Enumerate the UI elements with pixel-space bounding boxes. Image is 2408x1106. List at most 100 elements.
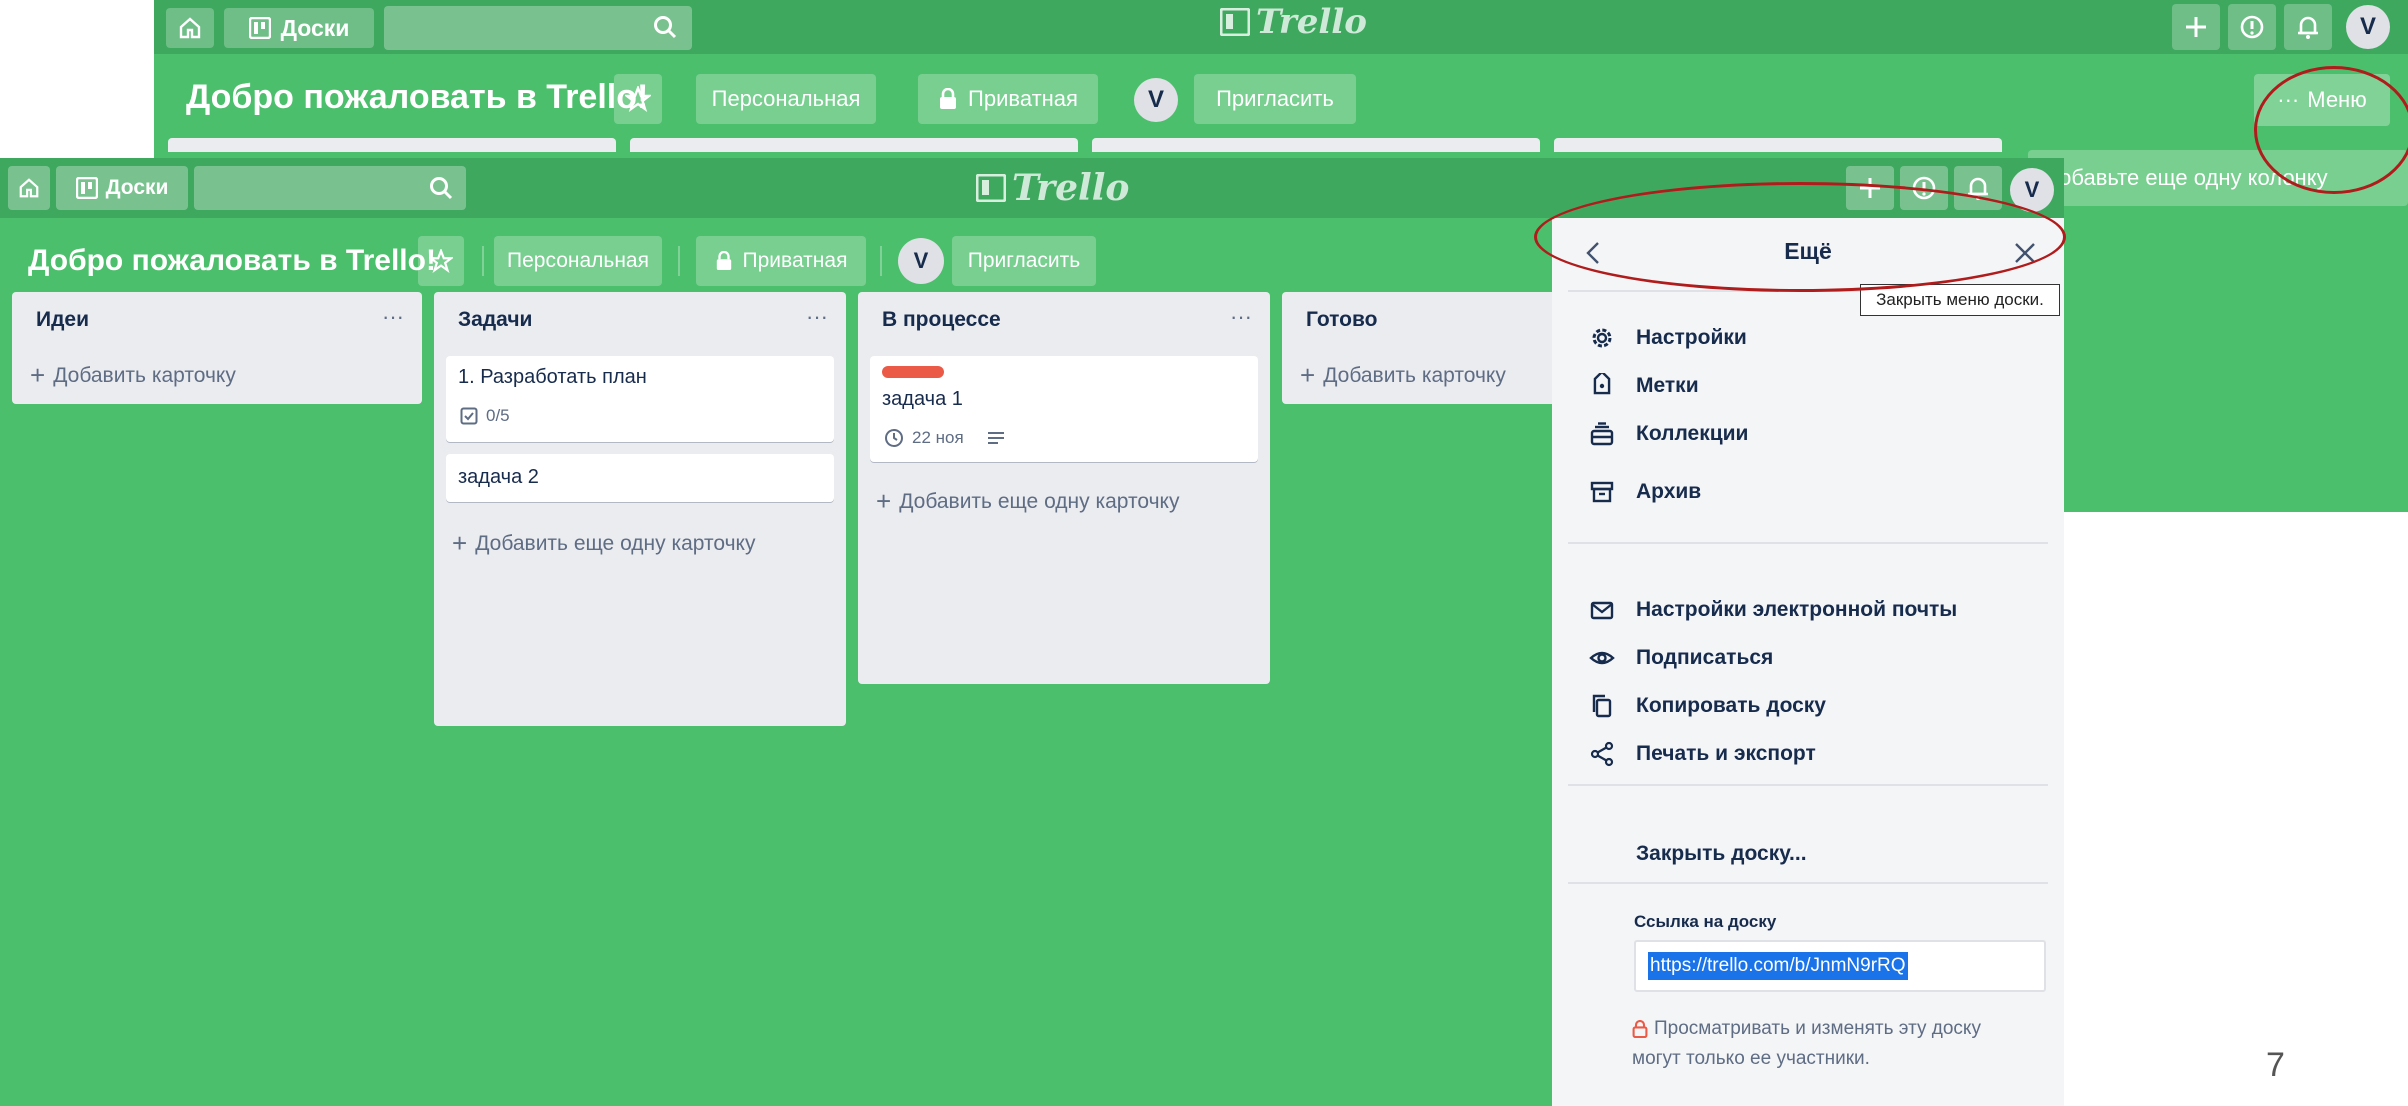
search-input[interactable] [194,166,466,210]
list-menu-icon[interactable]: ··· [806,304,828,330]
copy-icon [1588,692,1616,720]
back-invite-button[interactable]: Пригласить [1194,74,1356,124]
back-search-input[interactable] [384,6,692,50]
description-icon [986,430,1006,446]
add-card-label: Добавить еще одну карточку [899,489,1180,513]
list-menu-icon[interactable]: ··· [1230,304,1252,330]
back-boards-button[interactable]: Доски [224,8,374,48]
lock-icon [938,88,958,110]
gear-icon [1588,324,1616,352]
back-create-button[interactable] [2172,4,2220,50]
checklist-count: 0/5 [486,406,510,425]
home-icon [178,16,202,40]
add-card-label: Добавить карточку [53,363,236,387]
share-icon [1588,740,1616,768]
private-button[interactable]: Приватная [696,236,866,286]
logo-text: Trello [1012,167,1130,209]
back-personal-button[interactable]: Персональная [696,74,876,124]
menu-item-labels[interactable]: Метки [1588,368,1699,404]
header-divider [482,246,484,276]
invite-button[interactable]: Пригласить [952,236,1096,286]
menu-item-archive[interactable]: Архив [1588,474,1701,510]
back-boards-label: Доски [280,14,350,41]
board-title[interactable]: Добро пожаловать в Trello! [28,236,436,286]
add-card-button[interactable]: + Добавить еще одну карточку [452,528,755,559]
back-list-stub [630,138,1078,152]
clock-icon [884,428,904,448]
star-button[interactable] [418,236,464,286]
lock-icon [715,251,733,271]
add-card-button[interactable]: + Добавить карточку [30,360,236,391]
back-user-avatar[interactable]: V [2346,5,2390,49]
board-icon [75,177,98,199]
menu-item-label: Закрыть доску... [1636,842,1807,865]
back-list-stub [1554,138,2002,152]
back-private-label: Приватная [968,86,1078,111]
list-title[interactable]: Идеи [36,308,89,332]
menu-item-subscribe[interactable]: Подписаться [1588,640,1773,676]
header-divider [880,246,882,276]
add-card-label: Добавить карточку [1323,363,1506,387]
info-icon [2239,14,2265,40]
back-private-button[interactable]: Приватная [918,74,1098,124]
back-top-bar: Доски Trello V [154,0,2408,54]
card-title: 1. Разработать план [458,366,647,388]
add-card-button[interactable]: + Добавить еще одну карточку [876,486,1179,517]
menu-divider [1568,542,2048,544]
card[interactable]: задача 1 22 ноя [870,356,1258,462]
due-date-badge: 22 ноя [884,428,1006,448]
menu-item-label: Настройки [1636,326,1747,349]
header-divider [678,246,680,276]
menu-item-email-settings[interactable]: Настройки электронной почты [1588,592,1957,628]
list-title[interactable]: Задачи [458,308,532,332]
list-ideas: Идеи ··· + Добавить карточку [12,292,422,404]
add-card-button[interactable]: + Добавить карточку [1300,360,1506,391]
lock-icon [1632,1020,1648,1038]
search-icon [652,14,678,40]
board-link-input[interactable]: https://trello.com/b/JnmN9rRQ [1634,940,2046,992]
privacy-note: Просматривать и изменять эту доску могут… [1632,1014,1981,1074]
menu-item-collections[interactable]: Коллекции [1588,416,1748,452]
back-info-button[interactable] [2228,4,2276,50]
menu-divider [1568,882,2048,884]
back-list-stub [168,138,616,152]
home-button[interactable] [8,166,50,210]
checkbox-icon [460,407,478,425]
menu-item-label: Архив [1636,480,1702,503]
list-title[interactable]: В процессе [882,308,1001,332]
trello-logo-icon [1220,8,1250,36]
list-title[interactable]: Готово [1306,308,1377,332]
menu-item-settings[interactable]: Настройки [1588,320,1747,356]
back-logo-text: Trello [1256,2,1367,42]
back-board-title[interactable]: Добро пожаловать в Trello! [186,78,648,117]
card-title: задача 1 [882,388,963,410]
menu-item-print-export[interactable]: Печать и экспорт [1588,736,1816,772]
board-menu-panel: Ещё Настройки Метки Коллекции Архив Наст… [1552,218,2064,1106]
list-tasks: Задачи ··· 1. Разработать план 0/5 задач… [434,292,846,726]
back-notifications-button[interactable] [2284,4,2332,50]
back-trello-logo: Trello [1220,2,1367,42]
back-home-button[interactable] [166,8,214,48]
personal-button[interactable]: Персональная [494,236,662,286]
menu-item-label: Настройки электронной почты [1636,598,1958,621]
menu-item-label: Метки [1636,374,1699,397]
board-icon [248,17,271,39]
close-menu-tooltip: Закрыть меню доски. [1860,284,2060,316]
menu-item-copy-board[interactable]: Копировать доску [1588,688,1826,724]
list-menu-icon[interactable]: ··· [382,304,404,330]
envelope-icon [1588,596,1616,624]
back-member-avatar[interactable]: V [1134,78,1178,122]
plus-icon: + [452,528,468,558]
back-star-button[interactable] [614,74,662,124]
card[interactable]: задача 2 [446,454,834,502]
member-avatar[interactable]: V [898,238,944,284]
menu-item-close-board[interactable]: Закрыть доску... [1636,836,1807,872]
board-link-label: Ссылка на доску [1634,912,1777,931]
collections-icon [1588,420,1616,448]
home-icon [18,177,40,199]
boards-button[interactable]: Доски [56,166,188,210]
eye-icon [1588,644,1616,672]
boards-label: Доски [105,176,169,199]
trello-logo-icon [976,174,1006,202]
card[interactable]: 1. Разработать план 0/5 [446,356,834,442]
